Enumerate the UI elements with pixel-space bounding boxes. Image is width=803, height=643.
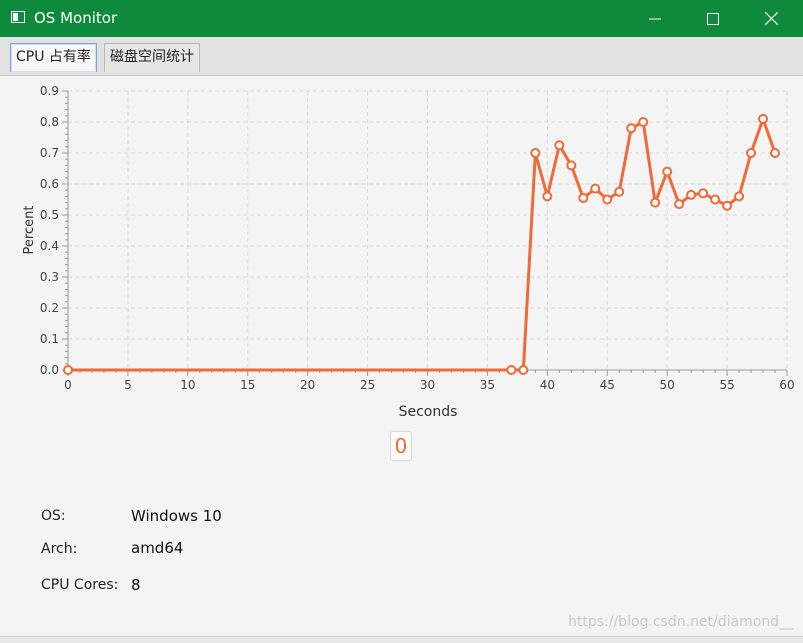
x-tick-label: 15 bbox=[240, 378, 255, 392]
arch-value: amd64 bbox=[131, 539, 184, 557]
minimize-button[interactable] bbox=[626, 0, 684, 37]
y-tick-label: 0.2 bbox=[40, 301, 59, 315]
data-point bbox=[602, 194, 613, 205]
data-point bbox=[734, 191, 745, 202]
data-point bbox=[518, 365, 529, 375]
x-axis-label: Seconds bbox=[399, 404, 458, 420]
data-point bbox=[590, 183, 601, 194]
x-tick-label: 20 bbox=[300, 378, 315, 392]
data-point bbox=[638, 117, 649, 127]
minimize-icon bbox=[649, 18, 661, 19]
data-point bbox=[710, 194, 721, 205]
os-value: Windows 10 bbox=[131, 507, 222, 525]
y-tick-label: 0.9 bbox=[40, 84, 59, 98]
x-tick-label: 35 bbox=[480, 378, 495, 392]
y-tick-label: 0.1 bbox=[40, 332, 59, 346]
data-point bbox=[746, 148, 757, 158]
close-icon bbox=[764, 12, 778, 25]
x-tick-label: 25 bbox=[360, 378, 375, 392]
data-point bbox=[506, 365, 517, 375]
cpu-cores-value: 8 bbox=[131, 576, 141, 594]
x-tick-label: 10 bbox=[180, 378, 195, 392]
x-tick-label: 55 bbox=[719, 378, 734, 392]
y-tick-label: 0.5 bbox=[40, 208, 59, 222]
x-tick-label: 30 bbox=[420, 378, 435, 392]
maximize-icon bbox=[707, 12, 719, 25]
x-tick-label: 5 bbox=[124, 378, 132, 392]
y-tick-label: 0.3 bbox=[40, 270, 59, 284]
data-point bbox=[758, 113, 769, 124]
y-axis-label: Percent bbox=[22, 206, 37, 255]
title-bar: OS Monitor bbox=[0, 0, 803, 37]
chart-axes: 0 5 10 15 20 25 30 35 40 45 50 55 60 0.0 0.1 0.2 0.3 0.4 0… bbox=[40, 84, 795, 392]
os-label: OS: bbox=[41, 508, 66, 524]
data-point bbox=[542, 191, 553, 202]
data-point bbox=[674, 199, 685, 210]
y-tick-label: 0.7 bbox=[40, 146, 59, 160]
data-point bbox=[770, 148, 781, 158]
data-point bbox=[566, 160, 577, 171]
data-point bbox=[650, 197, 661, 208]
x-tick-label: 40 bbox=[540, 378, 555, 392]
series-line bbox=[68, 117, 777, 372]
tab-disk-space[interactable]: 磁盘空间统计 bbox=[104, 43, 200, 72]
x-tick-label: 0 bbox=[64, 378, 72, 392]
data-point bbox=[686, 189, 697, 200]
tab-bar: CPU 占有率 磁盘空间统计 bbox=[0, 37, 803, 76]
x-tick-label: 45 bbox=[600, 378, 615, 392]
window-title: OS Monitor bbox=[34, 9, 118, 27]
data-point bbox=[554, 140, 565, 151]
chart-grid bbox=[68, 90, 788, 370]
data-point bbox=[614, 186, 625, 197]
close-button[interactable] bbox=[742, 0, 800, 37]
cpu-cores-label: CPU Cores: bbox=[41, 577, 119, 593]
cpu-usage-chart: 0 5 10 15 20 25 30 35 40 45 50 55 60 0.0 0.1 0.2 0.3 0.4 0… bbox=[22, 84, 795, 420]
data-point bbox=[63, 365, 73, 375]
y-tick-label: 0.0 bbox=[40, 363, 59, 377]
x-tick-label: 60 bbox=[779, 378, 794, 392]
y-tick-label: 0.4 bbox=[40, 239, 59, 253]
current-value-indicator: 0 bbox=[390, 431, 412, 461]
data-point bbox=[698, 188, 709, 199]
data-point bbox=[530, 148, 541, 158]
data-point bbox=[626, 123, 637, 134]
app-icon bbox=[11, 11, 25, 23]
data-point bbox=[578, 192, 589, 203]
data-point bbox=[722, 200, 733, 211]
watermark: https://blog.csdn.net/diamond__ bbox=[568, 614, 794, 630]
arch-label: Arch: bbox=[41, 541, 78, 557]
chart-series bbox=[63, 113, 781, 375]
x-tick-label: 50 bbox=[660, 378, 675, 392]
y-tick-label: 0.8 bbox=[40, 115, 59, 129]
tab-cpu-usage[interactable]: CPU 占有率 bbox=[10, 43, 97, 72]
data-point bbox=[662, 166, 673, 177]
maximize-button[interactable] bbox=[684, 0, 742, 37]
y-tick-label: 0.6 bbox=[40, 177, 59, 191]
